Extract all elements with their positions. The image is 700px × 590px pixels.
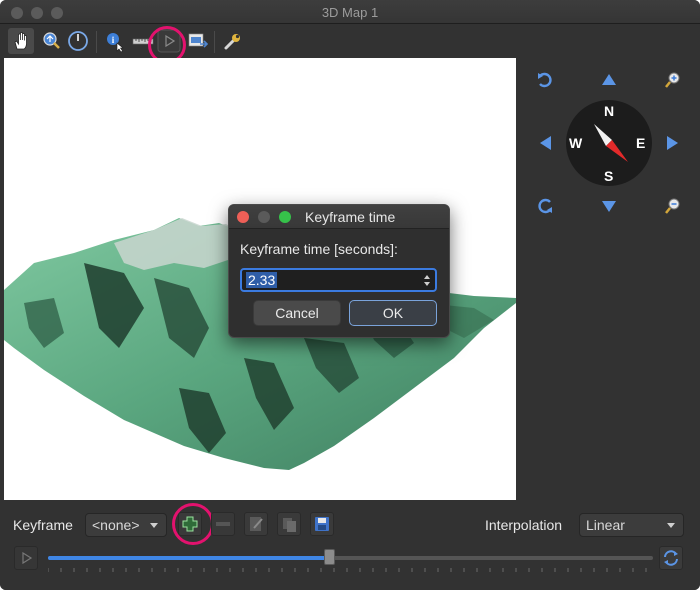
rotate-left-icon[interactable]: [536, 71, 554, 89]
interpolation-select-value: Linear: [586, 517, 625, 533]
pan-up-icon[interactable]: [600, 71, 618, 89]
interpolation-select[interactable]: Linear: [579, 513, 684, 537]
timeline-slider-fill: [48, 556, 329, 560]
interpolation-label: Interpolation: [485, 517, 563, 533]
camera-orbit-icon[interactable]: [65, 28, 91, 54]
zoom-out-icon[interactable]: [664, 197, 682, 215]
dialog-zoom-button[interactable]: [279, 211, 291, 223]
play-icon: [22, 551, 33, 565]
toolbar: i: [0, 24, 700, 64]
edit-icon: [250, 517, 263, 531]
chevron-down-icon: [667, 523, 675, 528]
repeat-animation-button[interactable]: [659, 546, 683, 570]
dialog-title-bar: Keyframe time: [229, 205, 449, 229]
dialog-minimize-button[interactable]: [258, 211, 270, 223]
remove-keyframe-button[interactable]: [211, 512, 235, 536]
window-title: 3D Map 1: [321, 5, 379, 20]
options-wrench-icon[interactable]: [220, 28, 246, 54]
pan-left-icon[interactable]: [537, 134, 555, 152]
save-animation-button[interactable]: [310, 512, 334, 536]
keyframe-time-dialog: Keyframe time Keyframe time [seconds]: 2…: [228, 204, 450, 338]
zoom-in-icon[interactable]: [664, 71, 682, 89]
keyframe-time-label: Keyframe time [seconds]:: [240, 241, 398, 257]
edit-keyframe-button[interactable]: [244, 512, 268, 536]
add-keyframe-highlight-ring: [172, 503, 214, 545]
loop-icon: [664, 550, 678, 566]
map3d-window: 3D Map 1 i N S E W Keyframe time Keyfram…: [0, 0, 700, 590]
keyframe-label: Keyframe: [13, 517, 73, 533]
cancel-button[interactable]: Cancel: [253, 300, 341, 326]
keyframe-time-value[interactable]: 2.33: [246, 272, 278, 288]
toolbar-separator: [214, 31, 215, 53]
timeline-ticks: [48, 568, 647, 572]
play-animation-button[interactable]: [14, 546, 38, 570]
rotate-right-icon[interactable]: [536, 197, 554, 215]
duplicate-keyframe-button[interactable]: [277, 512, 301, 536]
pan-down-icon[interactable]: [600, 197, 618, 215]
keyframe-time-spinbox[interactable]: 2.33: [240, 268, 437, 292]
identify-icon[interactable]: i: [102, 28, 128, 54]
title-bar: 3D Map 1: [0, 0, 700, 24]
pan-right-icon[interactable]: [663, 134, 681, 152]
keyframe-select[interactable]: <none>: [85, 513, 167, 537]
toolbar-separator: [96, 31, 97, 53]
timeline-slider[interactable]: [48, 556, 653, 560]
copy-icon: [283, 518, 296, 532]
keyframe-select-value: <none>: [92, 517, 140, 533]
timeline-slider-handle[interactable]: [324, 549, 335, 565]
pan-hand-icon[interactable]: [8, 28, 34, 54]
minus-icon: [216, 522, 230, 526]
export-icon[interactable]: [185, 28, 211, 54]
ok-button[interactable]: OK: [349, 300, 437, 326]
chevron-down-icon: [150, 523, 158, 528]
dialog-close-button[interactable]: [237, 211, 249, 223]
dialog-title: Keyframe time: [305, 209, 396, 225]
spinbox-stepper-icon[interactable]: [421, 272, 433, 289]
floppy-disk-icon: [315, 517, 329, 531]
compass-needle-icon: [594, 124, 628, 162]
zoom-extent-icon[interactable]: [38, 28, 64, 54]
compass[interactable]: N S E W: [566, 100, 652, 186]
